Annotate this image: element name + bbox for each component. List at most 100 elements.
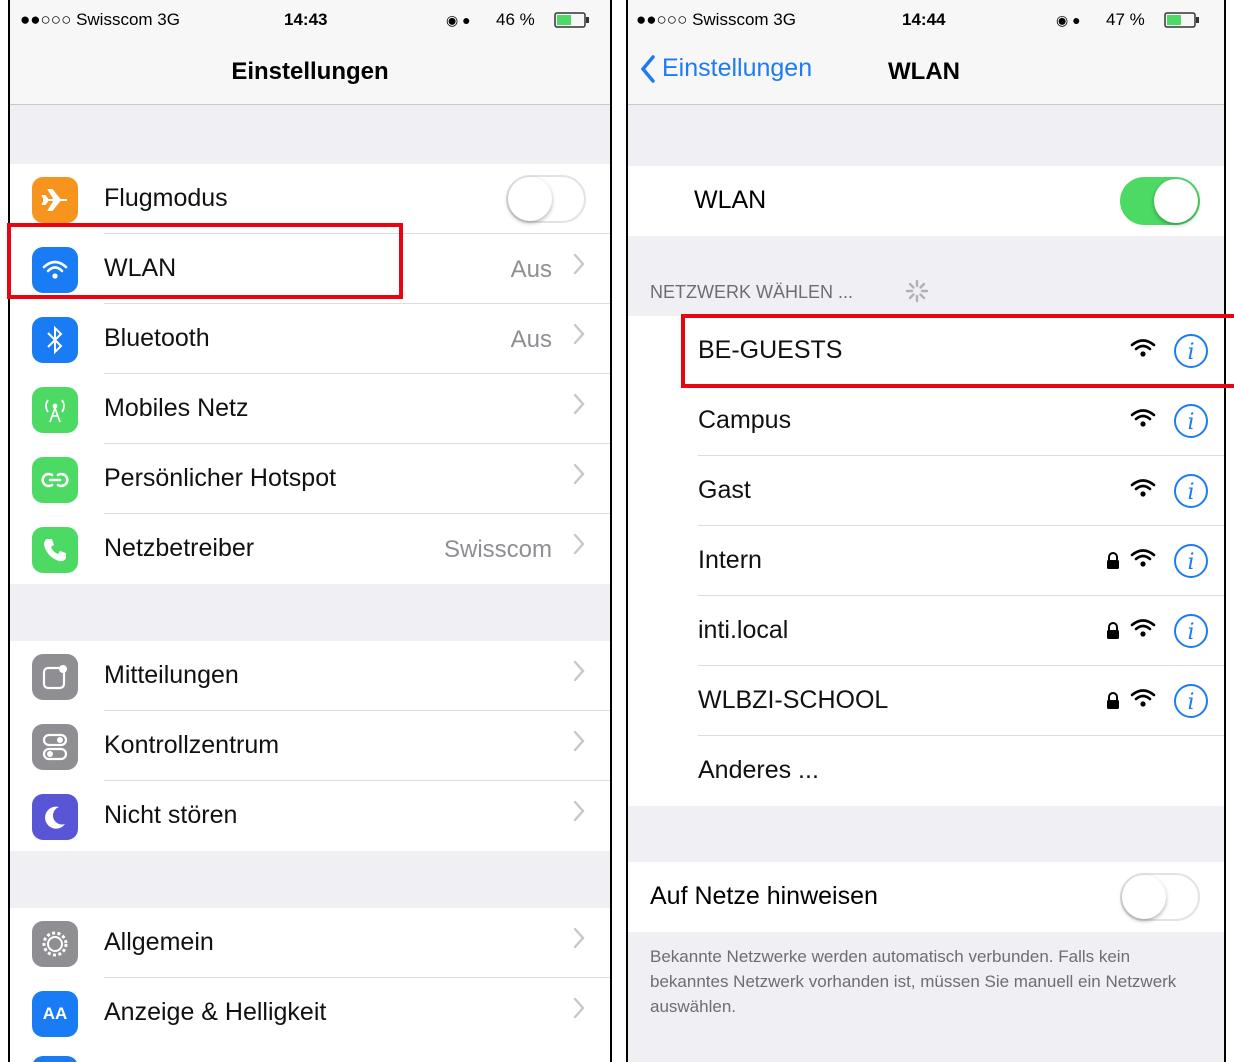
settings-row-mitteilungen[interactable]: Mitteilungen — [10, 641, 610, 711]
settings-row-label: Mobiles Netz — [104, 394, 249, 422]
chevron-right-icon — [572, 659, 586, 690]
network-list: BE-GUESTS i Campus i Gast i Intern i inti.local i… — [628, 316, 1224, 806]
footer-note: Bekannte Netzwerke werden automatisch ve… — [650, 947, 1177, 1016]
wifi-signal-icon — [1130, 618, 1156, 643]
settings-group-general: Allgemein AA Anzeige & Helligkeit — [10, 908, 610, 1048]
chevron-right-icon — [572, 926, 586, 957]
info-icon[interactable]: i — [1174, 614, 1208, 648]
network-name: Campus — [698, 406, 792, 434]
battery-percent: 47 % — [1106, 10, 1145, 29]
chevron-right-icon — [572, 996, 586, 1027]
settings-row-label: Netzbetreiber — [104, 534, 255, 562]
nav-bar: Einstellungen WLAN — [628, 40, 1224, 105]
toggle-knob — [508, 177, 552, 221]
section-header-label: NETZWERK WÄHLEN ... — [650, 282, 854, 302]
wifi-signal-icon — [1130, 408, 1156, 433]
toggle-knob — [1154, 179, 1198, 223]
wlan-toggle-row: WLAN — [628, 166, 1224, 236]
wifi-signal-icon — [1130, 478, 1156, 503]
nav-bar: Einstellungen — [10, 40, 610, 105]
settings-row-value: Swisscom — [443, 536, 552, 563]
battery-icon — [554, 12, 594, 33]
ask-networks-row: Auf Netze hinweisen — [628, 862, 1224, 932]
alarm-icon: ◉ ● — [1056, 12, 1081, 28]
settings-row-label: Allgemein — [104, 928, 214, 956]
chevron-left-icon — [640, 54, 655, 83]
clock: 14:44 — [902, 10, 946, 29]
wlan-toggle[interactable] — [1120, 177, 1200, 225]
wallpaper-icon — [32, 1056, 78, 1062]
chevron-right-icon — [572, 729, 586, 760]
toggle-knob — [1122, 875, 1166, 919]
settings-screen: ●●○○○ Swisscom 3G 14:43 ◉ ● 46 % Einstel… — [8, 0, 612, 1062]
network-row[interactable]: WLBZI-SCHOOL i — [628, 666, 1224, 736]
info-icon[interactable]: i — [1174, 684, 1208, 718]
chevron-right-icon — [572, 799, 586, 830]
lock-icon — [1106, 552, 1120, 575]
carrier-label: ●●○○○ Swisscom 3G — [636, 10, 796, 29]
info-icon[interactable]: i — [1174, 404, 1208, 438]
other-network-label: Anderes ... — [698, 756, 819, 784]
network-row[interactable]: Intern i — [628, 526, 1224, 596]
settings-row-netzbetreiber[interactable]: Netzbetreiber Swisscom — [10, 514, 610, 584]
airplane-mode-toggle[interactable] — [506, 175, 586, 223]
network-name: inti.local — [698, 616, 789, 644]
network-name: Gast — [698, 476, 751, 504]
be-guests-highlight-box — [681, 314, 1234, 388]
settings-row-label: Nicht stören — [104, 801, 238, 829]
antenna-icon — [32, 387, 78, 433]
settings-row-label: Mitteilungen — [104, 661, 239, 689]
network-row[interactable]: Campus i — [628, 386, 1224, 456]
page-title: WLAN — [888, 58, 960, 85]
settings-row-label: Kontrollzentrum — [104, 731, 280, 759]
info-icon[interactable]: i — [1174, 474, 1208, 508]
battery-percent: 46 % — [496, 10, 535, 29]
wlan-label: WLAN — [694, 186, 767, 214]
notifications-icon — [32, 654, 78, 700]
ask-networks-label: Auf Netze hinweisen — [650, 882, 878, 910]
clock: 14:43 — [284, 10, 328, 29]
phone-icon — [32, 527, 78, 573]
chevron-right-icon — [572, 532, 586, 563]
chevron-right-icon — [572, 322, 586, 353]
info-icon[interactable]: i — [1174, 544, 1208, 578]
airplane-icon — [32, 177, 78, 223]
settings-row-mobiles-netz[interactable]: Mobiles Netz — [10, 374, 610, 444]
lock-icon — [1106, 692, 1120, 715]
section-header: NETZWERK WÄHLEN ... — [650, 279, 929, 303]
settings-row-value: Aus — [510, 256, 552, 283]
wlan-screen: ●●○○○ Swisscom 3G 14:44 ◉ ● 47 % Einstel… — [626, 0, 1226, 1062]
chevron-right-icon — [572, 252, 586, 283]
spinner-icon — [905, 279, 929, 303]
chevron-right-icon — [572, 462, 586, 493]
wifi-signal-icon — [1130, 548, 1156, 573]
settings-row-persönlicher-hotspot[interactable]: Persönlicher Hotspot — [10, 444, 610, 514]
ask-networks-toggle[interactable] — [1120, 873, 1200, 921]
network-name: Intern — [698, 546, 762, 574]
wlan-highlight-box — [7, 223, 403, 299]
network-row[interactable]: inti.local i — [628, 596, 1224, 666]
status-bar: ●●○○○ Swisscom 3G 14:43 ◉ ● 46 % — [10, 0, 610, 40]
alarm-icon: ◉ ● — [446, 12, 471, 28]
settings-row-label: Anzeige & Helligkeit — [104, 998, 327, 1026]
status-bar: ●●○○○ Swisscom 3G 14:44 ◉ ● 47 % — [628, 0, 1224, 40]
chevron-right-icon — [572, 392, 586, 423]
hotspot-icon — [32, 457, 78, 503]
settings-row-anzeige-helligkeit[interactable]: AA Anzeige & Helligkeit — [10, 978, 610, 1048]
settings-row-kontrollzentrum[interactable]: Kontrollzentrum — [10, 711, 610, 781]
page-title: Einstellungen — [231, 58, 389, 85]
other-network-row[interactable]: Anderes ... — [628, 736, 1224, 806]
settings-row-allgemein[interactable]: Allgemein — [10, 908, 610, 978]
lock-icon — [1106, 622, 1120, 645]
settings-row-label: Bluetooth — [104, 324, 210, 352]
settings-row-nicht-stören[interactable]: Nicht stören — [10, 781, 610, 851]
settings-row-label: Flugmodus — [104, 184, 228, 212]
battery-icon — [1164, 12, 1204, 33]
back-label: Einstellungen — [662, 54, 813, 82]
network-row[interactable]: Gast i — [628, 456, 1224, 526]
carrier-label: ●●○○○ Swisscom 3G — [20, 10, 180, 29]
display-icon: AA — [32, 991, 78, 1037]
settings-row-value: Aus — [510, 326, 552, 353]
back-button[interactable]: Einstellungen — [640, 54, 812, 83]
settings-row-bluetooth[interactable]: Bluetooth Aus — [10, 304, 610, 374]
